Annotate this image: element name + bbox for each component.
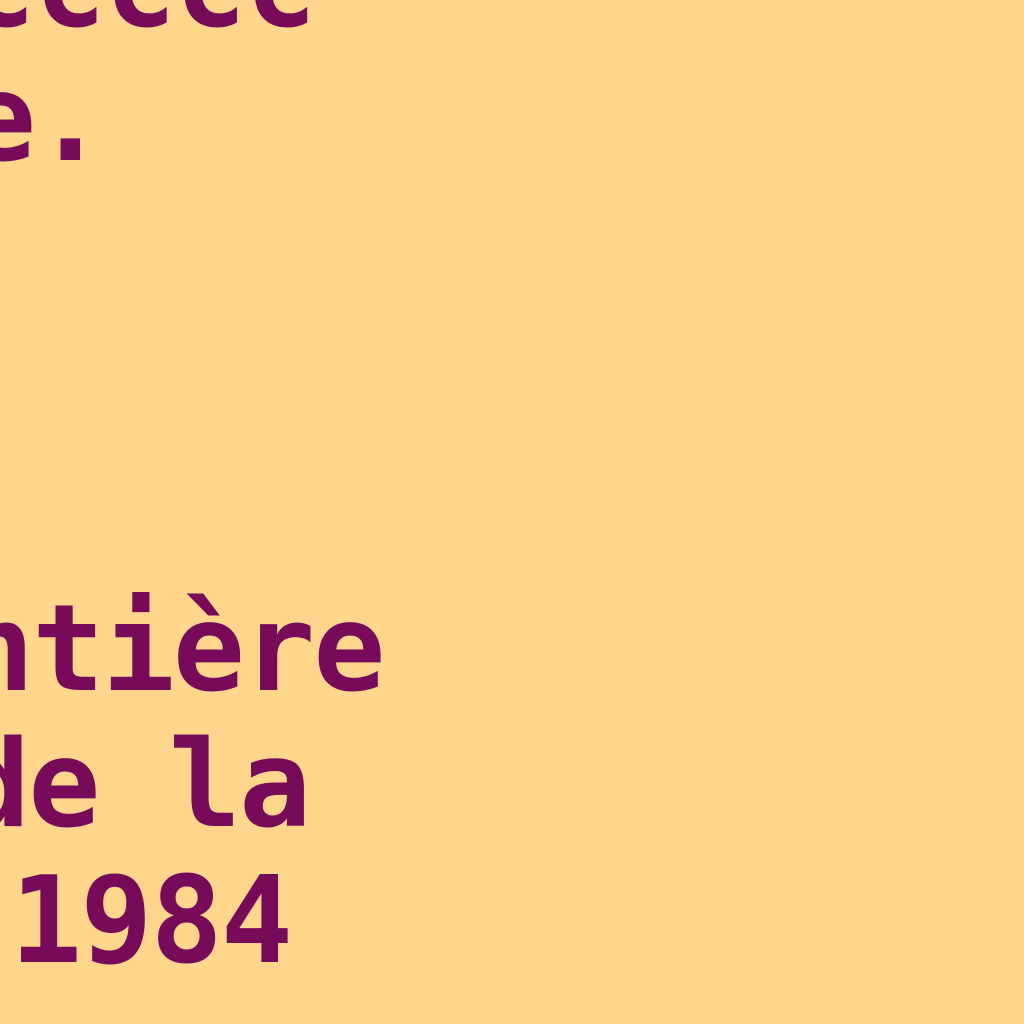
text-screen: ccccc e. ntière de la 1984 [0,0,1024,1024]
text-line-4: de la [0,716,311,855]
text-line-5: 1984 [10,852,293,991]
text-line-2: e. [0,50,106,189]
text-line-3: ntière [0,580,385,719]
text-line-1: ccccc [0,0,317,46]
